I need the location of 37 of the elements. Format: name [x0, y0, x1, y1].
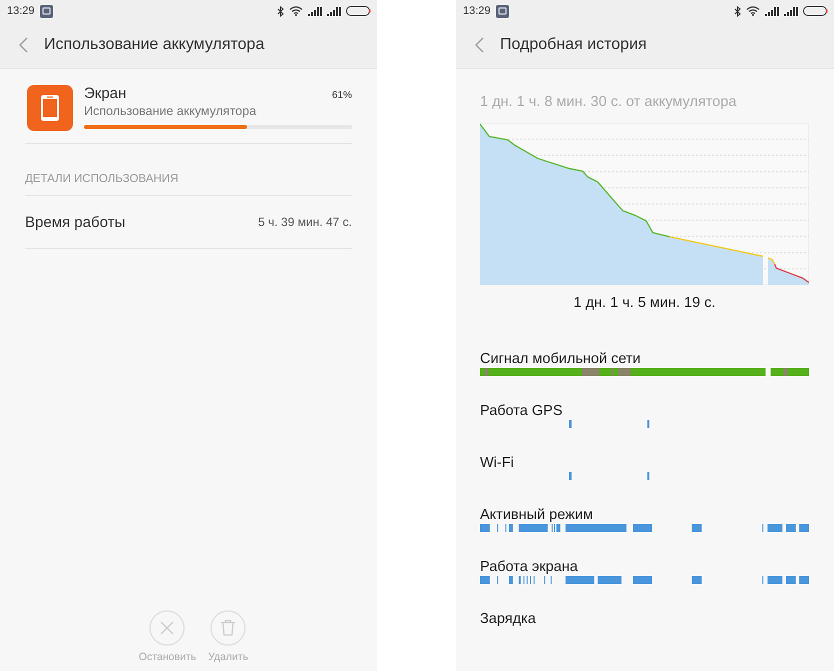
- track-label: Зарядка: [480, 611, 537, 627]
- bluetooth-icon: [277, 6, 284, 16]
- status-time: 13:29: [463, 5, 491, 17]
- battery-icon: [346, 6, 371, 16]
- battery-icon: [803, 6, 828, 16]
- signal-icon: [308, 6, 322, 16]
- track-label: Работа экрана: [480, 559, 579, 575]
- track-label: Активный режим: [480, 507, 594, 523]
- chart-caption: 1 дн. 1 ч. 5 мин. 19 с.: [572, 295, 716, 311]
- notification-icon: [40, 4, 53, 18]
- app-name: Экран: [84, 85, 126, 102]
- detail-value: 5 ч. 39 мин. 47 с.: [258, 215, 352, 229]
- wifi-icon: [746, 6, 760, 16]
- back-icon[interactable]: [19, 37, 28, 53]
- track-label: Работа GPS: [480, 403, 564, 419]
- app-subtitle: Использование аккумулятора: [84, 104, 258, 118]
- status-time: 13:29: [7, 5, 35, 17]
- bluetooth-icon: [734, 6, 741, 16]
- action-label[interactable]: Остановить: [138, 651, 196, 663]
- back-icon[interactable]: [475, 37, 484, 53]
- signal-icon: [784, 6, 798, 16]
- trash-icon[interactable]: [210, 610, 246, 646]
- notification-icon: [496, 4, 509, 18]
- action-label[interactable]: Удалить: [208, 651, 248, 663]
- signal-icon: [327, 6, 341, 16]
- wifi-icon: [289, 6, 303, 16]
- usage-percent: 61%: [332, 90, 352, 101]
- battery-summary: 1 дн. 1 ч. 8 мин. 30 с. от аккумулятора: [480, 94, 738, 110]
- screen-title: Использование аккумулятора: [44, 36, 264, 54]
- section-heading: ДЕТАЛИ ИСПОЛЬЗОВАНИЯ: [25, 144, 352, 196]
- track-label: Wi-Fi: [480, 455, 515, 471]
- signal-icon: [765, 6, 779, 16]
- close-icon[interactable]: [149, 610, 186, 646]
- detail-label: Время работы: [25, 214, 126, 230]
- screen-title: Подробная история: [500, 36, 647, 54]
- track-label: Сигнал мобильной сети: [480, 351, 642, 367]
- tablet-icon: [27, 85, 73, 131]
